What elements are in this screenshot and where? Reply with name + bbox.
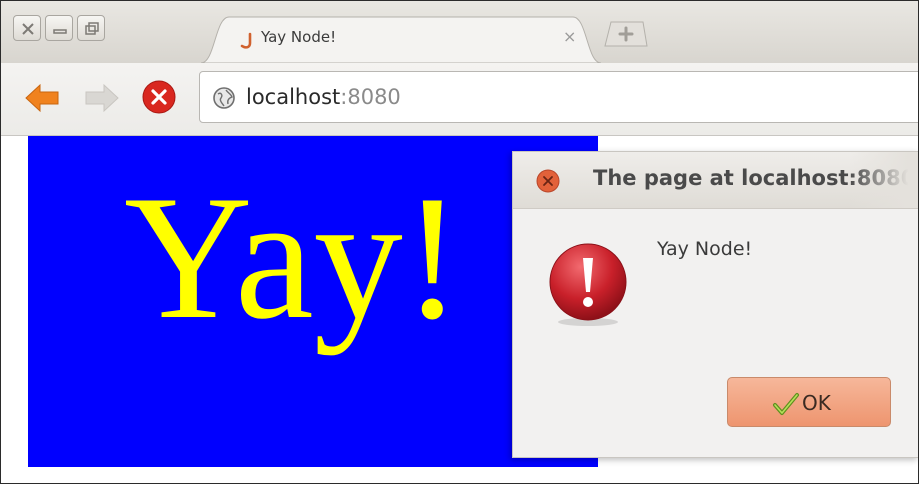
new-tab-icon[interactable] <box>603 19 649 49</box>
browser-window: Yay Node! × localhost:8080 Yay! The page… <box>0 0 919 484</box>
tab-strip: Yay Node! × <box>1 1 918 64</box>
restore-window-button[interactable] <box>77 15 105 41</box>
forward-arrow-icon[interactable] <box>83 81 121 115</box>
close-icon <box>22 23 34 35</box>
page-heading: Yay! <box>124 158 463 356</box>
tab-title: Yay Node! <box>261 28 337 46</box>
globe-icon[interactable] <box>212 86 236 110</box>
dialog-titlebar: The page at localhost:8080 says: <box>513 152 918 209</box>
url-port: :8080 <box>340 85 401 109</box>
close-icon[interactable] <box>535 168 561 194</box>
url-host: localhost <box>246 85 341 109</box>
close-window-button[interactable] <box>13 15 41 41</box>
back-arrow-icon[interactable] <box>23 81 61 115</box>
title-fade <box>849 152 918 208</box>
minimize-icon <box>53 29 67 34</box>
navigation-toolbar: localhost:8080 <box>1 63 918 136</box>
alert-dialog: The page at localhost:8080 says: Yay Nod… <box>512 151 918 458</box>
ok-label: OK <box>802 391 831 415</box>
restore-icon <box>85 22 99 35</box>
minimize-window-button[interactable] <box>45 15 73 41</box>
dialog-message: Yay Node! <box>657 238 753 260</box>
address-bar[interactable]: localhost:8080 <box>199 71 918 123</box>
tab-close-icon[interactable]: × <box>563 27 576 46</box>
ok-button[interactable]: OK <box>727 377 891 427</box>
stop-icon[interactable] <box>141 79 177 115</box>
exclamation-alert-icon <box>549 243 627 326</box>
checkmark-icon <box>773 393 799 415</box>
tab-yay-node[interactable]: Yay Node! × <box>201 15 601 64</box>
node-favicon-icon <box>240 32 252 49</box>
url-text[interactable]: localhost:8080 <box>246 85 401 109</box>
